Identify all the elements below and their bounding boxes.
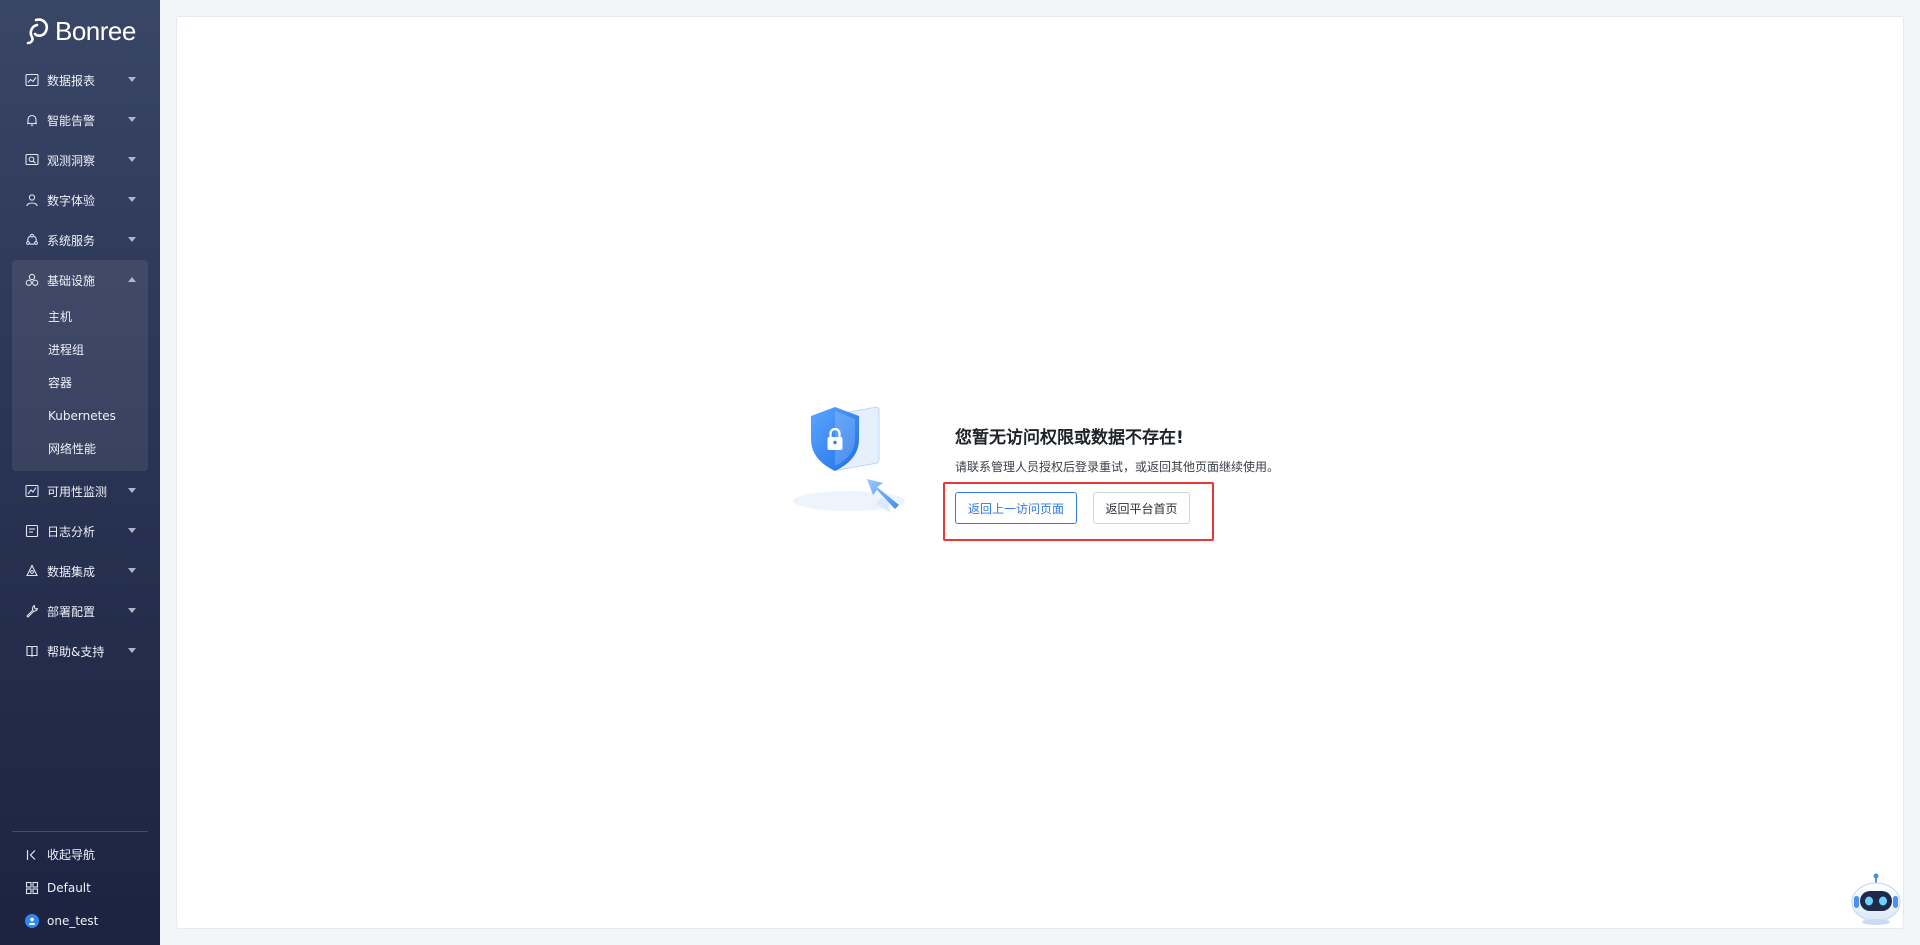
logo[interactable]: Bonree [24, 14, 136, 48]
sidebar-subitem-network-performance[interactable]: 网络性能 [12, 432, 148, 465]
sidebar-item-label: 系统服务 [47, 233, 96, 248]
search-monitor-icon [24, 152, 40, 168]
sidebar-item-label: 日志分析 [47, 524, 96, 539]
sidebar-bottom-nav: 收起导航 Default one_test [12, 838, 148, 937]
sidebar-item-smart-alerts[interactable]: 智能告警 [12, 100, 148, 140]
alarm-bell-icon [24, 112, 40, 128]
availability-chart-icon [24, 483, 40, 499]
sidebar-divider [12, 831, 148, 832]
main-panel: 您暂无访问权限或数据不存在! 请联系管理人员授权后登录重试，或返回其他页面继续使… [176, 16, 1904, 929]
avatar [25, 913, 39, 928]
collapse-nav-button[interactable]: 收起导航 [12, 838, 148, 871]
workspace-label: Default [47, 880, 91, 895]
wrench-icon [24, 603, 40, 619]
sidebar-item-label: 部署配置 [47, 604, 96, 619]
back-to-home-button[interactable]: 返回平台首页 [1093, 492, 1190, 524]
shield-lock-illustration-icon [793, 406, 905, 513]
sidebar-subitem-host[interactable]: 主机 [12, 300, 148, 333]
chevron-down-icon [128, 117, 136, 122]
user-menu[interactable]: one_test [12, 904, 148, 937]
sidebar-item-data-integration[interactable]: 数据集成 [12, 551, 148, 591]
sidebar-item-system-services[interactable]: 系统服务 [12, 220, 148, 260]
sidebar-item-label: 可用性监测 [47, 484, 108, 499]
sidebar-item-availability[interactable]: 可用性监测 [12, 471, 148, 511]
chevron-down-icon [128, 77, 136, 82]
sidebar-nav: 数据报表 智能告警 观测洞察 数字体验 系统服务 基础设施 主机 进程组 容器 … [12, 60, 148, 671]
sidebar-subitem-process-group[interactable]: 进程组 [12, 333, 148, 366]
chevron-down-icon [128, 237, 136, 242]
back-to-previous-button[interactable]: 返回上一访问页面 [955, 492, 1077, 524]
chevron-down-icon [128, 197, 136, 202]
log-icon [24, 523, 40, 539]
sidebar-subitem-container[interactable]: 容器 [12, 366, 148, 399]
sidebar-subitem-kubernetes[interactable]: Kubernetes [12, 399, 148, 432]
sidebar-item-label: 观测洞察 [47, 153, 96, 168]
error-title: 您暂无访问权限或数据不存在! [955, 428, 1184, 448]
workspace-switcher[interactable]: Default [12, 871, 148, 904]
sidebar-item-label: 数据集成 [47, 564, 96, 579]
assistant-robot-icon[interactable] [1848, 872, 1904, 928]
sidebar-item-deployment-config[interactable]: 部署配置 [12, 591, 148, 631]
sidebar-group-infrastructure: 基础设施 主机 进程组 容器 Kubernetes 网络性能 [12, 260, 148, 471]
infrastructure-icon [24, 272, 40, 288]
sidebar-item-help-support[interactable]: 帮助&支持 [12, 631, 148, 671]
sidebar-item-label: 智能告警 [47, 113, 96, 128]
sidebar-item-infrastructure[interactable]: 基础设施 [12, 260, 148, 300]
collapse-nav-label: 收起导航 [47, 848, 96, 862]
grid-icon [24, 880, 40, 896]
sidebar-item-label: 数字体验 [47, 193, 96, 208]
sidebar-item-log-analysis[interactable]: 日志分析 [12, 511, 148, 551]
service-nodes-icon [24, 232, 40, 248]
book-icon [24, 643, 40, 659]
sidebar-item-label: 基础设施 [47, 273, 96, 288]
chevron-down-icon [128, 528, 136, 533]
data-integration-icon [24, 563, 40, 579]
user-name: one_test [47, 913, 99, 928]
sidebar-item-label: 数据报表 [47, 73, 96, 88]
chart-line-icon [24, 72, 40, 88]
sidebar: Bonree 数据报表 智能告警 观测洞察 数字体验 系统服务 基础设施 主机 … [0, 0, 160, 945]
sidebar-item-data-reports[interactable]: 数据报表 [12, 60, 148, 100]
chevron-down-icon [128, 608, 136, 613]
sidebar-item-label: 帮助&支持 [47, 644, 105, 659]
chevron-up-icon [128, 277, 136, 282]
error-description: 请联系管理人员授权后登录重试，或返回其他页面继续使用。 [955, 460, 1280, 474]
logo-text: Bonree [55, 15, 136, 46]
chevron-down-icon [128, 157, 136, 162]
avatar-wrap [24, 913, 40, 929]
chevron-down-icon [128, 648, 136, 653]
user-icon [24, 192, 40, 208]
chevron-down-icon [128, 488, 136, 493]
chevron-down-icon [128, 568, 136, 573]
bonree-logo-icon [26, 18, 49, 45]
sidebar-item-digital-experience[interactable]: 数字体验 [12, 180, 148, 220]
collapse-left-icon [24, 847, 40, 863]
sidebar-item-observe-insight[interactable]: 观测洞察 [12, 140, 148, 180]
